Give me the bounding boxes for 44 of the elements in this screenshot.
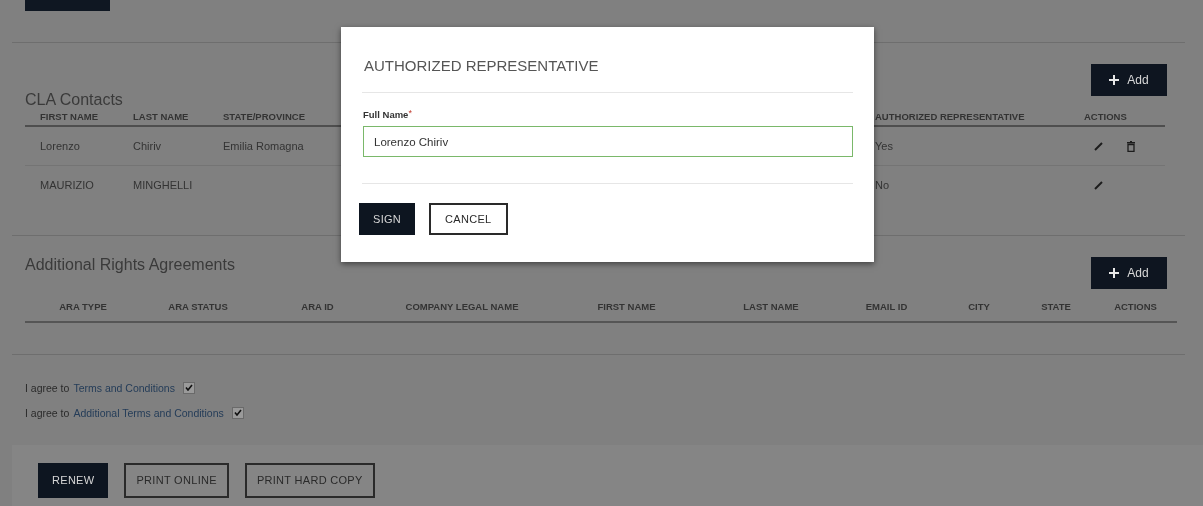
- table-cell: MAURIZIO: [40, 179, 94, 191]
- column-header: LAST NAME: [743, 300, 799, 312]
- primary-button[interactable]: SIGN: [359, 203, 416, 235]
- column-header: ACTIONS: [1084, 110, 1127, 122]
- consent-label: I agree to: [25, 381, 70, 394]
- section-title: CLA Contacts: [25, 90, 123, 110]
- column-header: CITY: [968, 300, 990, 312]
- dialog-title: AUTHORIZED REPRESENTATIVE: [363, 56, 600, 76]
- column-header: ARA ID: [301, 300, 334, 312]
- column-header: EMAIL ID: [865, 300, 908, 312]
- column-header: LAST NAME: [133, 110, 189, 122]
- column-header: STATE/PROVINCE: [223, 110, 305, 122]
- plus-icon: [1109, 268, 1120, 278]
- input-field[interactable]: Lorenzo Chiriv: [363, 126, 853, 157]
- column-header: ARA STATUS: [168, 300, 228, 312]
- consent-label: I agree to: [25, 406, 70, 419]
- pencil-icon[interactable]: [1094, 141, 1103, 151]
- trash-icon[interactable]: [1127, 140, 1135, 152]
- secondary-button[interactable]: PRINT HARD COPY: [244, 462, 375, 498]
- column-header: ACTIONS: [1114, 300, 1157, 312]
- field-label: Full Name: [363, 109, 409, 120]
- column-header: AUTHORIZED REPRESENTATIVE: [875, 110, 1025, 122]
- table-cell: Yes: [875, 140, 893, 152]
- table-cell: Lorenzo: [40, 140, 80, 152]
- column-header: FIRST NAME: [40, 110, 99, 122]
- checkbox[interactable]: [231, 406, 244, 419]
- secondary-button[interactable]: PRINT ONLINE: [124, 462, 229, 498]
- checkbox[interactable]: [182, 381, 195, 394]
- table-cell: Chiriv: [133, 140, 162, 152]
- plus-icon: [1109, 75, 1120, 85]
- table-cell: Emilia Romagna: [223, 140, 304, 152]
- column-header: COMPANY LEGAL NAME: [405, 300, 519, 312]
- table-cell: MINGHELLI: [133, 179, 193, 191]
- column-header: FIRST NAME: [597, 300, 656, 312]
- column-header: STATE: [1041, 300, 1071, 312]
- column-header: ARA TYPE: [59, 300, 107, 312]
- primary-button[interactable]: RENEW: [38, 462, 109, 498]
- required-mark: *: [408, 109, 412, 118]
- table-cell: No: [875, 179, 890, 191]
- section-title: Additional Rights Agreements: [25, 255, 235, 275]
- add-button[interactable]: Add: [1091, 64, 1167, 96]
- pencil-icon[interactable]: [1094, 180, 1103, 190]
- add-button[interactable]: Add: [1091, 257, 1167, 289]
- secondary-button[interactable]: CANCEL: [429, 203, 508, 235]
